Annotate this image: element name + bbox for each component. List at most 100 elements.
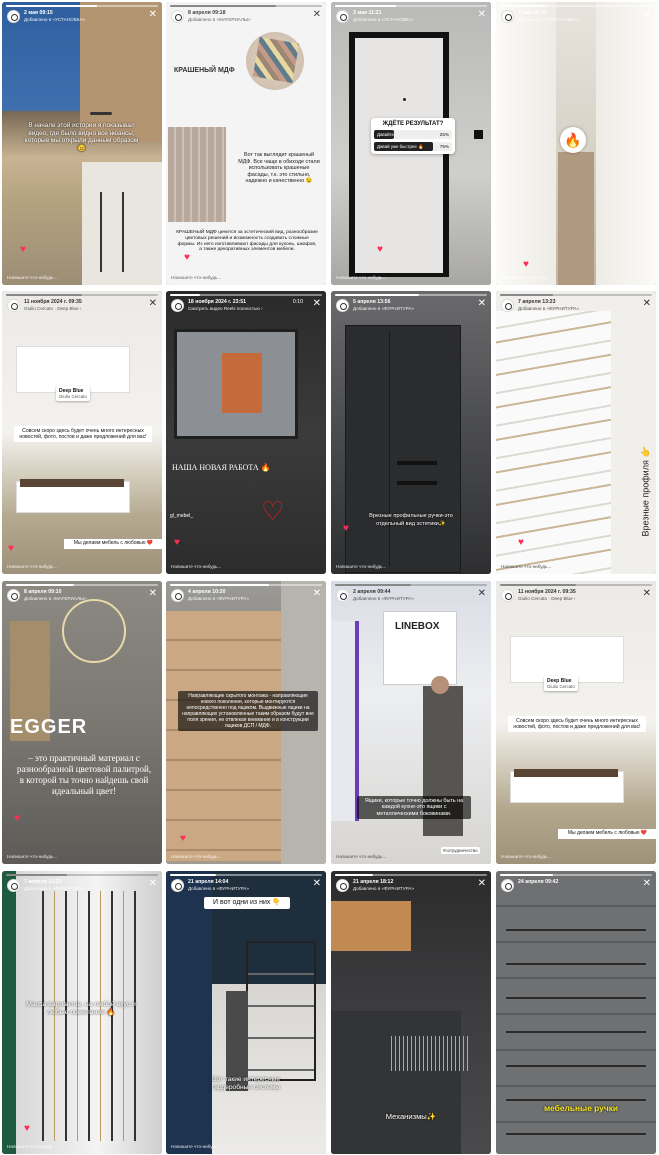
heart-icon[interactable]: ♥ [180,833,186,844]
close-icon[interactable]: ✕ [643,879,651,889]
story-card[interactable]: 5 апреля 13:56 Добавлено в «ФУРНИТУРА» ✕… [331,291,491,574]
story-card[interactable]: 21 апреля 14:04 Добавлено в «ФУРНИТУРА» … [166,871,326,1154]
story-card[interactable]: 11 ноября 2024 г. 09:35 Giulio Cercato ·… [2,291,162,574]
avatar[interactable] [336,299,349,312]
heart-icon[interactable]: ♥ [8,543,14,554]
reply-field[interactable]: Напишите что-нибудь... [7,1144,57,1149]
reply-field[interactable]: Напишите что-нибудь... [7,564,57,569]
close-icon[interactable]: ✕ [643,589,651,599]
reply-field[interactable]: Напишите что-нибудь... [171,564,221,569]
poll-option[interactable]: Давай уже быстрее 🔥 75% [374,142,452,151]
close-icon[interactable]: ✕ [643,299,651,309]
avatar[interactable] [501,299,514,312]
samples-stack [252,36,300,84]
product-tag[interactable]: Deep Blue Giulio Cercato [56,386,90,401]
avatar[interactable] [7,879,20,892]
close-icon[interactable]: ✕ [149,589,157,599]
story-card[interactable]: 18 ноября 2024 г. 23:51 Смотреть видео R… [166,291,326,574]
wardrobe-system [246,941,316,1081]
floor [558,152,594,285]
avatar[interactable] [7,299,20,312]
close-icon[interactable]: ✕ [478,879,486,889]
close-icon[interactable]: ✕ [313,299,321,309]
avatar[interactable] [501,879,514,892]
reply-field[interactable]: Напишите что-нибудь... [171,1144,221,1149]
close-icon[interactable]: ✕ [478,589,486,599]
close-icon[interactable]: ✕ [313,879,321,889]
reply-field[interactable]: Напишите что-нибудь... [336,275,386,280]
avatar[interactable] [501,589,514,602]
switch [474,130,483,139]
reply-field[interactable]: Напишите что-нибудь... [501,275,551,280]
poll-widget[interactable]: ЖДЁТЕ РЕЗУЛЬТАТ? Давайте 25% Давай уже б… [371,118,455,154]
close-icon[interactable]: ✕ [313,589,321,599]
story-time: 09:35 [562,589,576,595]
close-icon[interactable]: ✕ [478,299,486,309]
reply-field[interactable]: Напишите что-нибудь... [336,564,386,569]
reply-field[interactable]: Напишите что-нибудь... [501,564,551,569]
product-tag[interactable]: Deep Blue Giulio Cercato [544,676,578,691]
reply-field[interactable]: Напишите что-нибудь... [7,854,57,859]
heart-icon[interactable]: ♥ [14,813,20,824]
avatar[interactable] [336,589,349,602]
heart-icon[interactable]: ♥ [20,244,26,255]
avatar[interactable] [171,299,184,312]
heart-icon[interactable]: ♥ [518,537,524,548]
avatar[interactable] [7,589,20,602]
close-icon[interactable]: ✕ [149,299,157,309]
story-card[interactable]: 8 апреля 09:18 Добавлено в «МАТЕРИАЛЫ» ✕… [166,2,326,285]
progress-bar [500,584,652,586]
close-icon[interactable]: ✕ [149,879,157,889]
reply-field[interactable]: Напишите что-нибудь... [171,854,221,859]
progress-bar [6,5,158,7]
avatar[interactable] [171,589,184,602]
avatar[interactable] [336,10,349,23]
ring-lamp [62,599,126,663]
reply-field[interactable]: Напишите что-нибудь... [501,854,551,859]
progress-bar [6,584,158,586]
heart-icon[interactable]: ♥ [377,244,383,255]
story-card[interactable]: 2 мая 09:15 Добавлено в «УСТАНОВКА» ✕ В … [2,2,162,285]
avatar[interactable] [171,879,184,892]
story-header: 7 апреля 13:23 Добавлено в «ФУРНИТУРА» ✕ [7,879,157,895]
story-card[interactable]: 21 апреля 18:12 Добавлено в «ФУРНИТУРА» … [331,871,491,1154]
mention-tag[interactable]: gl_mebel_ [170,513,193,519]
sponsored-badge: #сотрудничество [441,847,480,854]
story-card[interactable]: 3 мая 11:21 Добавлено в «УСТАНОВКА» ✕ ЖД… [331,2,491,285]
story-caption: Масса вариантов, на любой вкус и любые п… [26,1001,136,1016]
heart-icon[interactable]: ♥ [523,259,529,270]
story-card[interactable]: 7 апреля 13:23 Добавлено в «ФУРНИТУРА» ✕… [2,871,162,1154]
story-card[interactable]: 8 апреля 09:10 Добавлено в «МАТЕРИАЛЫ» ✕… [2,581,162,864]
story-card[interactable]: 7 апреля 13:23 Добавлено в «ФУРНИТУРА» ✕… [496,291,656,574]
reply-field[interactable]: Напишите что-нибудь... [336,854,386,859]
story-time: 13:23 [542,299,556,305]
story-card[interactable]: 24 апреля 09:42 ✕ мебельные ручки [496,871,656,1154]
story-card[interactable]: 4 апреля 10:20 Добавлено в «ФУРНИТУРА» ✕… [166,581,326,864]
story-card[interactable]: 🔥 7 мая 16:31 Добавлено в «УСТАНОВКА» ✕ … [496,2,656,285]
avatar[interactable] [501,10,514,23]
avatar[interactable] [7,10,20,23]
close-icon[interactable]: ✕ [643,10,651,20]
story-highlight-label[interactable]: Смотреть видео Reels полностью › [188,306,263,311]
avatar[interactable] [171,10,184,23]
progress-bar [335,5,487,7]
handle [90,112,112,115]
close-icon[interactable]: ✕ [313,10,321,20]
close-icon[interactable]: ✕ [149,10,157,20]
avatar[interactable] [336,879,349,892]
reply-field[interactable]: Напишите что-нибудь... [7,275,57,280]
heart-icon[interactable]: ♥ [24,1123,30,1134]
progress-bar [335,584,487,586]
story-card[interactable]: 11 ноября 2024 г. 09:35 Giulio Cercato ·… [496,581,656,864]
story-card[interactable]: 2 апреля 09:44 Добавлено в «ФУРНИТУРА» ✕… [331,581,491,864]
heart-icon[interactable]: ♥ [343,523,349,534]
story-caption: Ящики, которые точно должны быть на кажд… [357,796,471,820]
heart-icon[interactable]: ♥ [184,252,190,263]
story-time: 18:12 [380,879,394,885]
poll-option[interactable]: Давайте 25% [374,130,452,139]
heart-icon[interactable]: ♥ [174,537,180,548]
poll-title: ЖДЁТЕ РЕЗУЛЬТАТ? [382,121,444,127]
handle [122,192,124,272]
close-icon[interactable]: ✕ [478,10,486,20]
reply-field[interactable]: Напишите что-нибудь... [171,275,221,280]
